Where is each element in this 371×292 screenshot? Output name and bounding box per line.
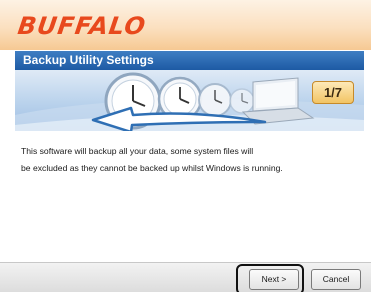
clock-icon xyxy=(198,83,232,117)
step-indicator: 1/7 xyxy=(312,81,354,104)
banner-illustration: 1/7 xyxy=(15,70,364,131)
cancel-button[interactable]: Cancel xyxy=(311,269,361,290)
dialog-title-bar: Backup Utility Settings xyxy=(15,51,364,70)
dialog-title: Backup Utility Settings xyxy=(23,53,154,67)
backup-settings-window: BUFFALO Backup Utility Settings 1/7 This… xyxy=(0,0,371,292)
next-button-highlight xyxy=(236,264,304,292)
clock-icon xyxy=(229,88,255,114)
button-bar: Next > Cancel xyxy=(0,262,371,292)
buffalo-logo: BUFFALO xyxy=(16,12,148,40)
brand-header: BUFFALO xyxy=(0,0,371,50)
description-line: be excluded as they cannot be backed up … xyxy=(21,163,283,173)
description-text: This software will backup all your data,… xyxy=(21,143,359,177)
content-panel: This software will backup all your data,… xyxy=(15,131,364,257)
description-line: This software will backup all your data,… xyxy=(21,146,254,156)
laptop-icon xyxy=(241,77,315,125)
